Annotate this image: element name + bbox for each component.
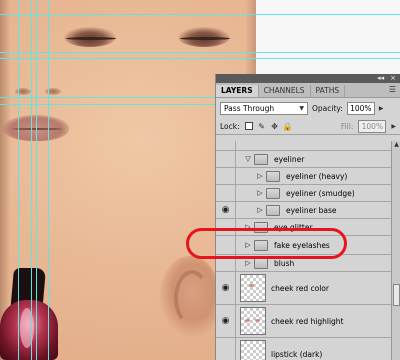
- guide-vertical[interactable]: [36, 0, 37, 360]
- expand-down-icon[interactable]: ▽: [242, 155, 254, 163]
- expand-right-icon[interactable]: ▷: [254, 206, 266, 214]
- visibility-toggle[interactable]: [216, 219, 236, 235]
- scrollbar-thumb[interactable]: [393, 284, 400, 306]
- layer-row-group[interactable]: ◉ ▷ eyeliner base: [216, 202, 391, 219]
- visibility-toggle[interactable]: ◉: [216, 305, 236, 337]
- lock-transparent-pixels-icon[interactable]: [244, 122, 253, 130]
- canvas-background-white: [256, 0, 400, 74]
- guide-vertical[interactable]: [18, 0, 19, 360]
- layers-list: ▽ eyeliner ▷ eyeliner (heavy) ▷ eyeliner…: [216, 141, 391, 360]
- tab-channels[interactable]: CHANNELS: [259, 85, 311, 97]
- layer-thumbnail: [240, 340, 266, 360]
- face-left-eyelid: [66, 37, 116, 40]
- visibility-toggle[interactable]: ◉: [216, 272, 236, 304]
- folder-icon: [266, 187, 280, 199]
- folder-icon: [266, 170, 280, 182]
- visibility-toggle[interactable]: [216, 141, 236, 150]
- face-lip-line: [12, 128, 62, 130]
- face-ear-inner: [174, 270, 210, 326]
- expand-right-icon[interactable]: ▷: [254, 172, 266, 180]
- layer-row-group[interactable]: ▽ eyeliner: [216, 151, 391, 168]
- folder-icon: [254, 239, 268, 251]
- layer-thumbnail: [240, 307, 266, 335]
- layer-name: cheek red highlight: [271, 316, 344, 326]
- panel-title-bar: ◂◂ ×: [216, 74, 400, 83]
- face-right-eyelid: [180, 37, 230, 40]
- lock-row: Lock: ✎ ✥ 🔒 Fill: 100% ▶: [216, 118, 400, 135]
- visibility-toggle[interactable]: [216, 168, 236, 184]
- tab-layers[interactable]: LAYERS: [216, 85, 259, 97]
- close-panel-icon[interactable]: ×: [390, 74, 396, 83]
- layer-name: eyeliner (smudge): [286, 188, 355, 198]
- layer-name: blush: [274, 258, 295, 268]
- blend-mode-select[interactable]: Pass Through ▼: [220, 101, 308, 115]
- lock-label: Lock:: [220, 121, 240, 131]
- layer-name: fake eyelashes: [274, 240, 330, 250]
- guide-vertical[interactable]: [48, 0, 49, 360]
- expand-right-icon[interactable]: ▷: [242, 241, 254, 249]
- panel-menu-icon[interactable]: ☰: [389, 85, 396, 94]
- folder-icon: [254, 221, 268, 233]
- lock-all-icon[interactable]: 🔒: [283, 122, 293, 131]
- eye-visible-icon: ◉: [221, 205, 230, 215]
- guide-horizontal[interactable]: [0, 14, 400, 15]
- layer-name: eyeliner (heavy): [286, 171, 348, 181]
- fill-input[interactable]: 100%: [358, 119, 387, 133]
- layer-name: cheek red color: [271, 283, 329, 293]
- layer-row-group[interactable]: ▷ fake eyelashes: [216, 236, 391, 255]
- folder-icon: [254, 153, 268, 165]
- layer-row-group[interactable]: ▷ blush: [216, 255, 391, 272]
- layer-row-pixel[interactable]: lipstick (dark): [216, 338, 391, 360]
- chevron-down-icon: ▼: [299, 104, 304, 112]
- layer-row-pixel[interactable]: ◉ cheek red highlight: [216, 305, 391, 338]
- expand-right-icon[interactable]: ▷: [242, 223, 254, 231]
- visibility-toggle[interactable]: [216, 185, 236, 201]
- opacity-label: Opacity:: [312, 103, 343, 113]
- layer-row-group[interactable]: ▷ eye glitter: [216, 219, 391, 236]
- layer-thumbnail: [240, 274, 266, 302]
- layer-name: eyeliner: [274, 154, 305, 164]
- expand-right-icon[interactable]: ▷: [254, 189, 266, 197]
- tab-paths[interactable]: PATHS: [311, 85, 346, 97]
- layer-row-pixel[interactable]: ◉ cheek red color: [216, 272, 391, 305]
- opacity-slider-arrow-icon[interactable]: ▶: [379, 105, 384, 112]
- layer-row-partial[interactable]: [216, 141, 391, 151]
- opacity-input[interactable]: 100%: [346, 101, 375, 115]
- guide-vertical[interactable]: [31, 0, 32, 360]
- expand-right-icon[interactable]: ▷: [242, 259, 254, 267]
- layer-row-group[interactable]: ▷ eyeliner (heavy): [216, 168, 391, 185]
- eye-visible-icon: ◉: [221, 316, 230, 326]
- lock-image-pixels-icon[interactable]: ✎: [258, 122, 266, 131]
- visibility-toggle[interactable]: [216, 255, 236, 271]
- eye-visible-icon: ◉: [221, 283, 230, 293]
- folder-icon: [254, 257, 268, 269]
- collapse-panel-icon[interactable]: ◂◂: [377, 74, 384, 83]
- visibility-toggle[interactable]: [216, 151, 236, 167]
- layer-name: eye glitter: [274, 222, 313, 232]
- fill-slider-arrow-icon[interactable]: ▶: [391, 123, 396, 130]
- layer-row-group[interactable]: ▷ eyeliner (smudge): [216, 185, 391, 202]
- guide-horizontal[interactable]: [0, 58, 400, 59]
- lock-position-icon[interactable]: ✥: [271, 122, 279, 131]
- visibility-toggle[interactable]: [216, 338, 236, 360]
- visibility-toggle[interactable]: [216, 236, 236, 254]
- scroll-up-icon[interactable]: ▲: [392, 141, 400, 151]
- fill-label: Fill:: [340, 121, 354, 131]
- layer-name: eyeliner base: [286, 205, 337, 215]
- visibility-toggle[interactable]: ◉: [216, 202, 236, 218]
- layers-scrollbar[interactable]: ▲: [391, 141, 400, 360]
- blend-opacity-row: Pass Through ▼ Opacity: 100% ▶: [216, 98, 400, 118]
- folder-icon: [266, 204, 280, 216]
- guide-horizontal[interactable]: [0, 52, 400, 53]
- blend-mode-value: Pass Through: [224, 103, 275, 113]
- layer-name: lipstick (dark): [271, 349, 323, 359]
- layers-panel: ◂◂ × LAYERS CHANNELS PATHS ☰ Pass Throug…: [215, 74, 400, 360]
- panel-tabs: LAYERS CHANNELS PATHS ☰: [216, 83, 400, 98]
